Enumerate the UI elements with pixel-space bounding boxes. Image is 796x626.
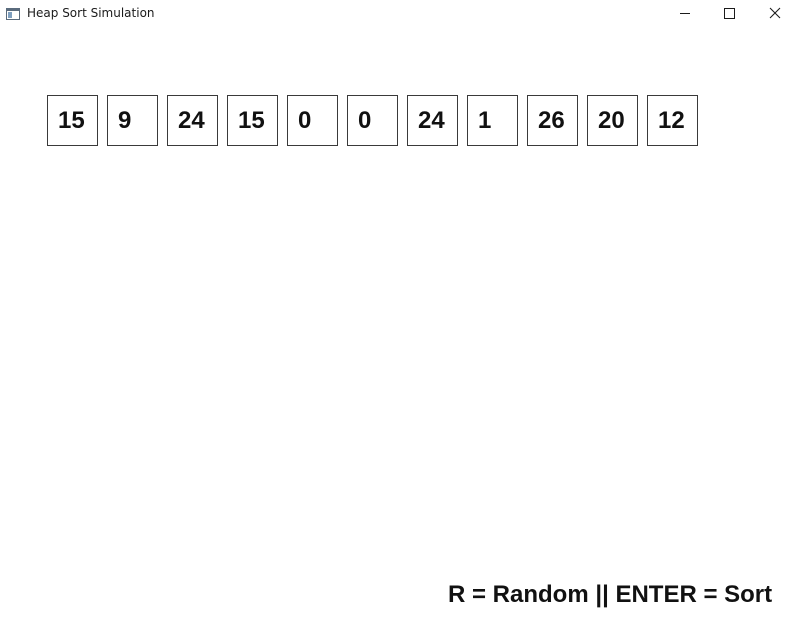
array-cell: 24 xyxy=(167,95,218,146)
array-cell: 12 xyxy=(647,95,698,146)
title-bar[interactable]: Heap Sort Simulation xyxy=(0,0,796,28)
array-cell: 9 xyxy=(107,95,158,146)
array-cell-value: 0 xyxy=(298,107,312,134)
array-cell-value: 1 xyxy=(478,107,492,134)
app-window-icon xyxy=(6,7,20,20)
keyboard-hint: R = Random || ENTER = Sort xyxy=(448,581,773,608)
array-cell: 20 xyxy=(587,95,638,146)
minimize-button[interactable] xyxy=(662,0,708,28)
array-cell-value: 26 xyxy=(538,107,565,134)
array-cell-value: 24 xyxy=(418,107,445,134)
array-cell: 15 xyxy=(227,95,278,146)
array-cell-value: 9 xyxy=(118,107,132,134)
array-cell: 0 xyxy=(347,95,398,146)
array-cell-value: 24 xyxy=(178,107,205,134)
array-cell: 15 xyxy=(47,95,98,146)
array-cell: 24 xyxy=(407,95,458,146)
maximize-button[interactable] xyxy=(706,0,752,28)
array-cell-value: 20 xyxy=(598,107,625,134)
app-window: Heap Sort Simulation 15 9 24 15 0 0 24 1… xyxy=(0,0,796,626)
array-cell-value: 15 xyxy=(238,107,265,134)
close-button[interactable] xyxy=(752,0,796,28)
array-cell: 0 xyxy=(287,95,338,146)
window-title: Heap Sort Simulation xyxy=(27,6,155,20)
array-cell-value: 0 xyxy=(358,107,372,134)
array-cell: 26 xyxy=(527,95,578,146)
array-cell-value: 12 xyxy=(658,107,685,134)
array-cell-value: 15 xyxy=(58,107,85,134)
array-cell: 1 xyxy=(467,95,518,146)
